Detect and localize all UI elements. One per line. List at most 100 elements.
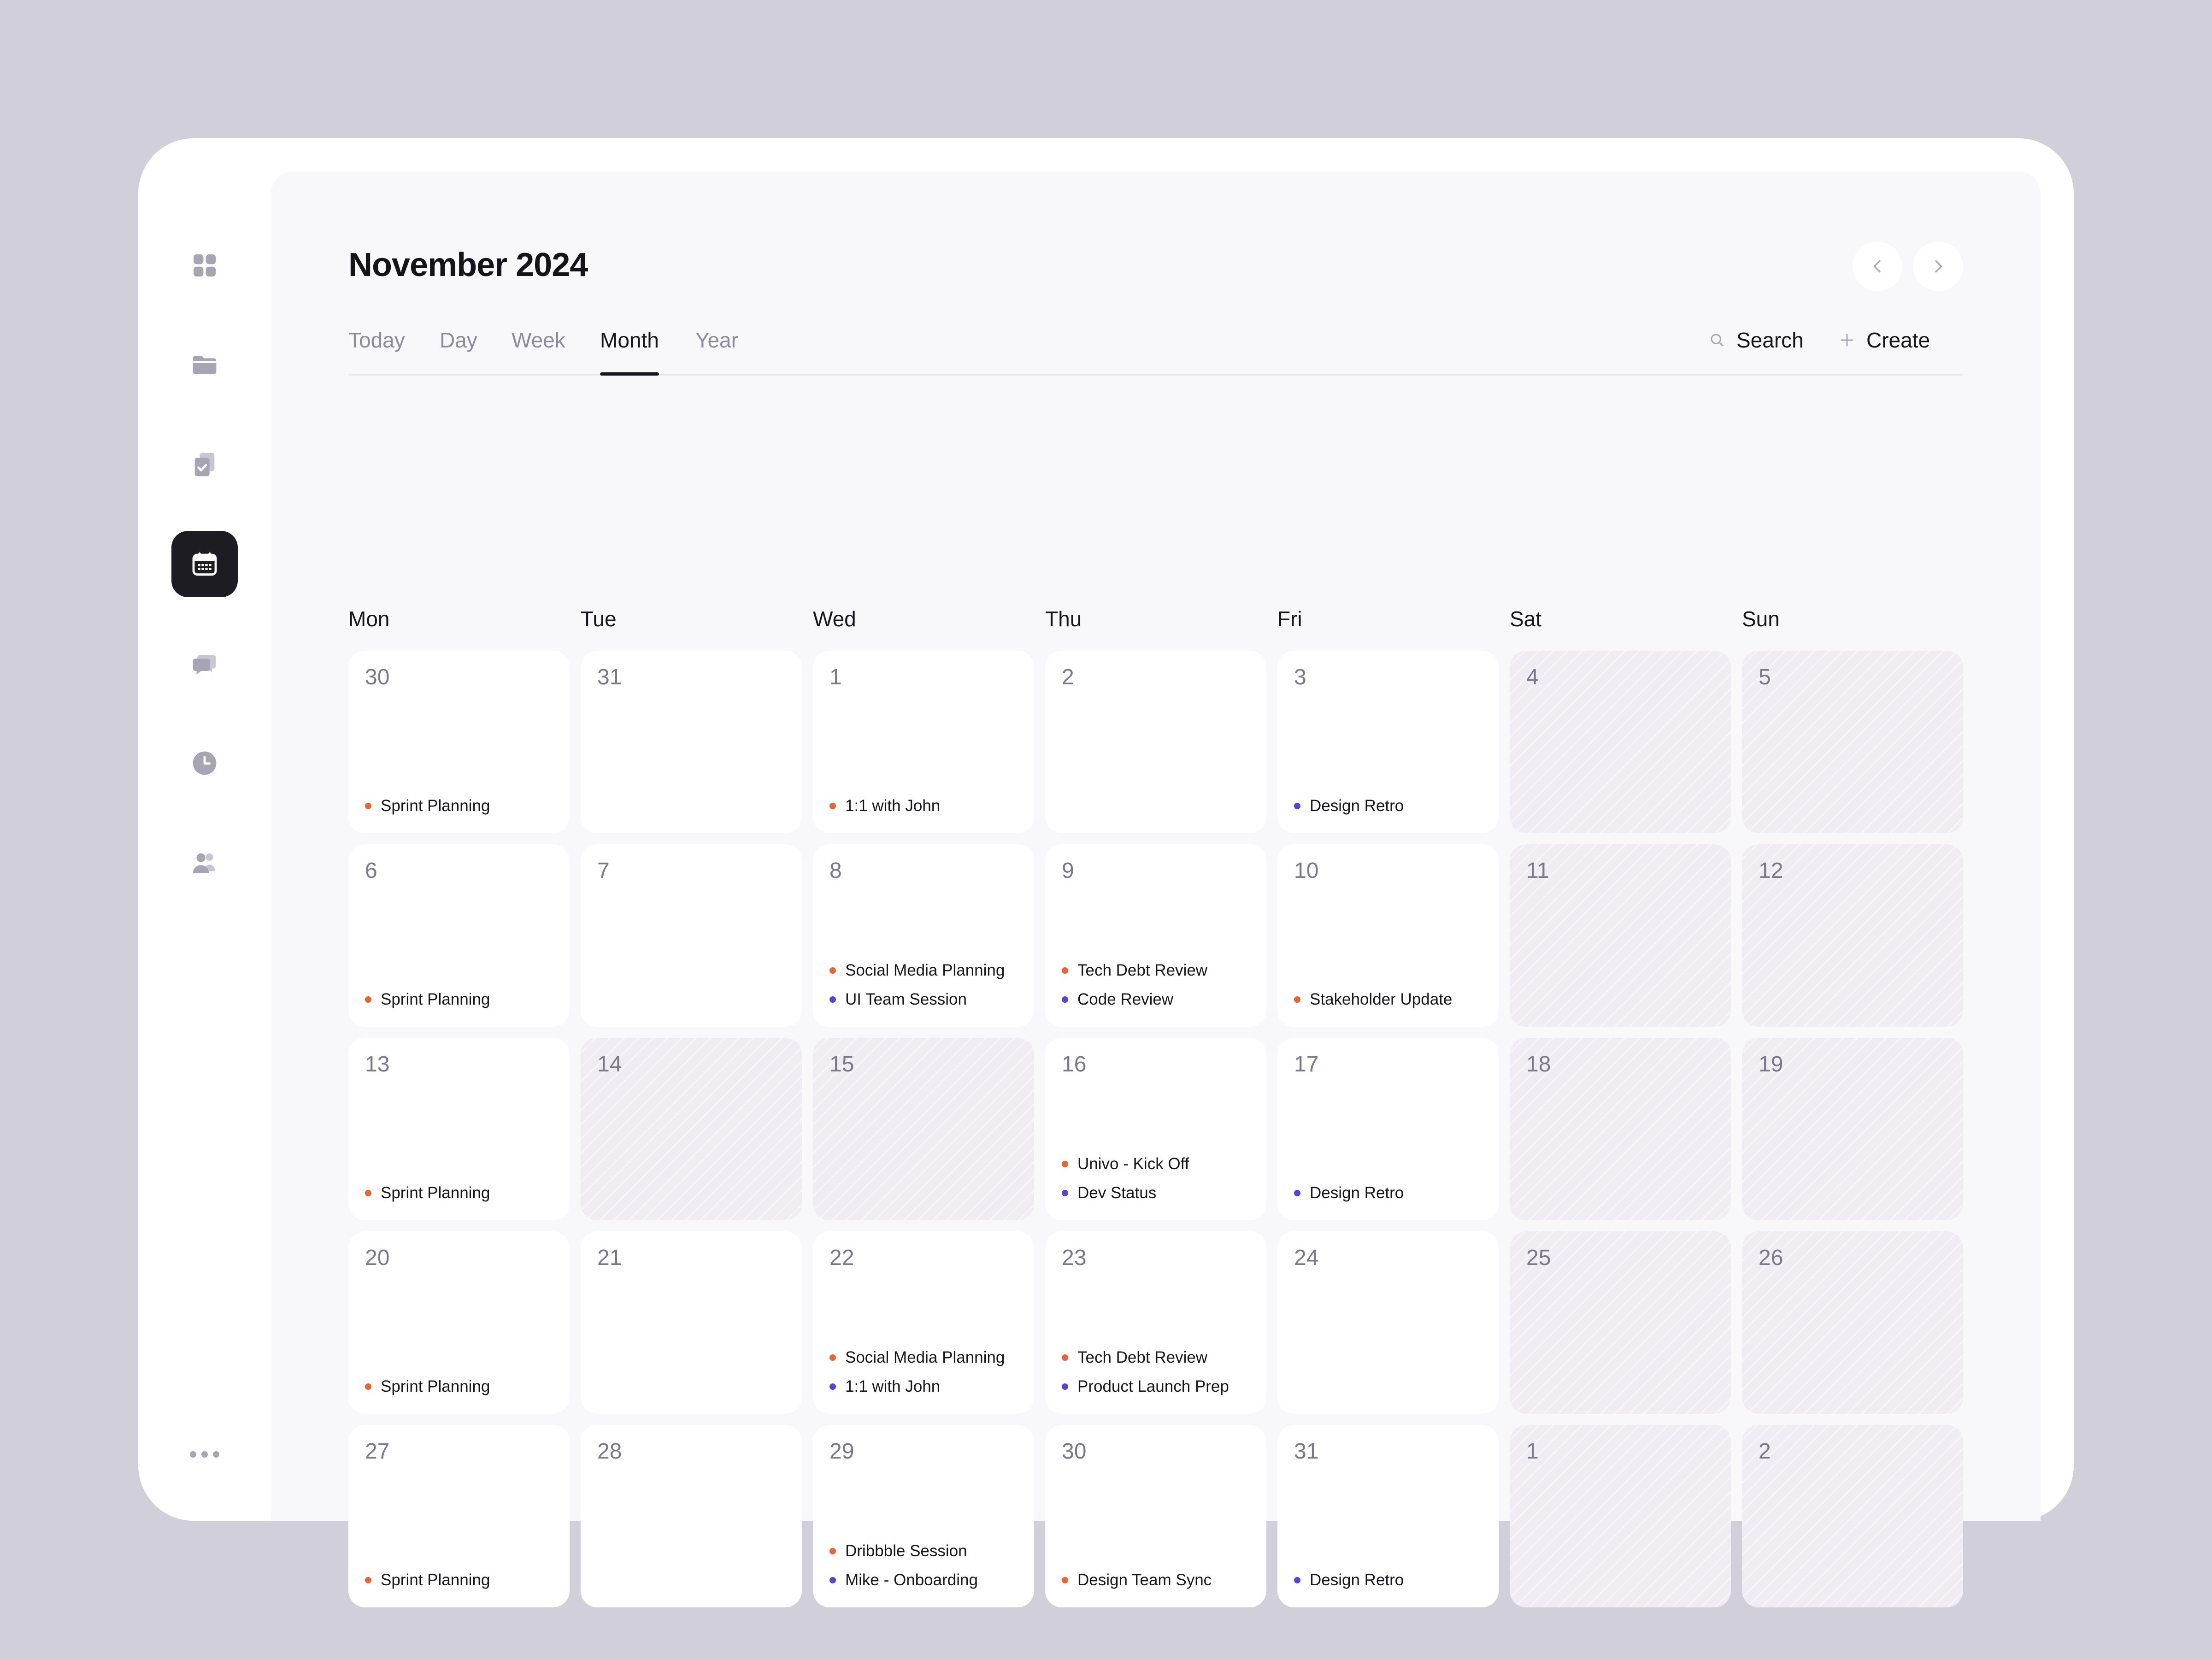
day-cell[interactable]: 6 Sprint Planning <box>348 844 570 1027</box>
calendar-event[interactable]: Design Team Sync <box>1062 1565 1257 1594</box>
tab-month[interactable]: Month <box>600 324 659 376</box>
more-dots-icon[interactable] <box>190 1451 219 1458</box>
day-cell[interactable]: 31 Design Retro <box>1277 1425 1499 1607</box>
sidebar-item-dashboard[interactable] <box>171 232 238 299</box>
event-dot-icon <box>1062 1160 1068 1167</box>
day-cell[interactable]: 15 <box>813 1038 1034 1220</box>
day-cell[interactable]: 16 Univo - Kick Off Dev Status <box>1045 1038 1266 1220</box>
day-cell[interactable]: 2 <box>1045 651 1266 833</box>
event-dot-icon <box>1294 802 1300 809</box>
event-list: Stakeholder Update <box>1294 985 1489 1014</box>
day-cell[interactable]: 7 <box>581 844 802 1027</box>
day-cell[interactable]: 1 1:1 with John <box>813 651 1034 833</box>
event-label: Sprint Planning <box>381 796 490 815</box>
calendar-event[interactable]: Design Retro <box>1294 1178 1489 1207</box>
sidebar-item-tasks[interactable] <box>171 431 238 498</box>
day-number: 13 <box>365 1052 390 1077</box>
event-dot-icon <box>1062 967 1068 974</box>
day-cell[interactable]: 13 Sprint Planning <box>348 1038 570 1220</box>
day-number: 30 <box>365 665 390 689</box>
day-cell[interactable]: 22 Social Media Planning 1:1 with John <box>813 1231 1034 1414</box>
calendar-event[interactable]: Dev Status <box>1062 1178 1257 1207</box>
calendar-event[interactable]: Design Retro <box>1294 1565 1489 1594</box>
folder-icon <box>193 356 217 374</box>
calendar-event[interactable]: Univo - Kick Off <box>1062 1149 1257 1178</box>
sidebar-item-history[interactable] <box>171 730 238 796</box>
day-cell[interactable]: 5 <box>1742 651 1963 833</box>
next-month-button[interactable] <box>1913 241 1963 291</box>
search-icon <box>1711 334 1724 347</box>
day-cell[interactable]: 9 Tech Debt Review Code Review <box>1045 844 1266 1027</box>
calendar-event[interactable]: Product Launch Prep <box>1062 1372 1257 1401</box>
day-cell[interactable]: 1 <box>1510 1425 1731 1607</box>
day-cell[interactable]: 10 Stakeholder Update <box>1277 844 1499 1027</box>
sidebar-item-files[interactable] <box>171 332 238 398</box>
sidebar-item-messages[interactable] <box>171 630 238 697</box>
day-cell[interactable]: 27 Sprint Planning <box>348 1425 570 1607</box>
event-list: Sprint Planning <box>365 1178 560 1207</box>
event-list: Social Media Planning 1:1 with John <box>830 1343 1025 1401</box>
day-cell[interactable]: 30 Design Team Sync <box>1045 1425 1266 1607</box>
day-number: 29 <box>830 1439 854 1464</box>
tab-year[interactable]: Year <box>695 324 738 374</box>
day-cell[interactable]: 17 Design Retro <box>1277 1038 1499 1220</box>
event-label: Design Retro <box>1310 1183 1404 1202</box>
calendar-event[interactable]: Tech Debt Review <box>1062 956 1257 985</box>
day-cell[interactable]: 14 <box>581 1038 802 1220</box>
tab-week[interactable]: Week <box>512 324 565 374</box>
day-cell[interactable]: 30 Sprint Planning <box>348 651 570 833</box>
calendar-event[interactable]: UI Team Session <box>830 985 1025 1014</box>
calendar-icon <box>192 552 217 576</box>
calendar-event[interactable]: Stakeholder Update <box>1294 985 1489 1014</box>
tab-day[interactable]: Day <box>440 324 477 374</box>
day-cell[interactable]: 21 <box>581 1231 802 1414</box>
calendar-event[interactable]: Sprint Planning <box>365 985 560 1014</box>
plus-icon <box>1841 334 1853 347</box>
calendar-event[interactable]: Social Media Planning <box>830 956 1025 985</box>
event-list: Design Retro <box>1294 1565 1489 1594</box>
day-cell[interactable]: 19 <box>1742 1038 1963 1220</box>
day-cell[interactable]: 2 <box>1742 1425 1963 1607</box>
calendar-event[interactable]: Sprint Planning <box>365 1565 560 1594</box>
calendar-event[interactable]: Sprint Planning <box>365 1372 560 1401</box>
day-cell[interactable]: 24 <box>1277 1231 1499 1414</box>
day-cell[interactable]: 12 <box>1742 844 1963 1027</box>
calendar-event[interactable]: 1:1 with John <box>830 1372 1025 1401</box>
day-number: 20 <box>365 1246 390 1270</box>
event-list: 1:1 with John <box>830 791 1025 820</box>
calendar-event[interactable]: Mike - Onboarding <box>830 1565 1025 1594</box>
day-cell[interactable]: 29 Dribbble Session Mike - Onboarding <box>813 1425 1034 1607</box>
calendar-event[interactable]: 1:1 with John <box>830 791 1025 820</box>
create-button[interactable]: Create <box>1839 324 1930 357</box>
calendar-event[interactable]: Social Media Planning <box>830 1343 1025 1372</box>
sidebar <box>138 138 271 1521</box>
day-number: 25 <box>1526 1246 1551 1270</box>
day-cell[interactable]: 11 <box>1510 844 1731 1027</box>
day-cell[interactable]: 23 Tech Debt Review Product Launch Prep <box>1045 1231 1266 1414</box>
calendar-event[interactable]: Tech Debt Review <box>1062 1343 1257 1372</box>
day-cell[interactable]: 8 Social Media Planning UI Team Session <box>813 844 1034 1027</box>
day-number: 4 <box>1526 665 1539 689</box>
event-label: Sprint Planning <box>381 1183 490 1202</box>
day-cell[interactable]: 31 <box>581 651 802 833</box>
prev-month-button[interactable] <box>1853 241 1902 291</box>
calendar-event[interactable]: Dribbble Session <box>830 1536 1025 1565</box>
sidebar-item-calendar[interactable] <box>171 531 238 597</box>
day-cell[interactable]: 20 Sprint Planning <box>348 1231 570 1414</box>
day-cell[interactable]: 26 <box>1742 1231 1963 1414</box>
calendar-event[interactable]: Sprint Planning <box>365 791 560 820</box>
day-cell[interactable]: 4 <box>1510 651 1731 833</box>
sidebar-item-team[interactable] <box>171 830 238 896</box>
day-cell[interactable]: 28 <box>581 1425 802 1607</box>
day-cell[interactable]: 3 Design Retro <box>1277 651 1499 833</box>
calendar-event[interactable]: Design Retro <box>1294 791 1489 820</box>
day-cell[interactable]: 18 <box>1510 1038 1731 1220</box>
weekday-label: Mon <box>348 607 390 631</box>
calendar-event[interactable]: Code Review <box>1062 985 1257 1014</box>
calendar-event[interactable]: Sprint Planning <box>365 1178 560 1207</box>
search-button[interactable]: Search <box>1709 324 1804 357</box>
event-list: Dribbble Session Mike - Onboarding <box>830 1536 1025 1594</box>
day-cell[interactable]: 25 <box>1510 1231 1731 1414</box>
event-dot-icon <box>365 1383 371 1390</box>
tab-today[interactable]: Today <box>348 324 405 374</box>
